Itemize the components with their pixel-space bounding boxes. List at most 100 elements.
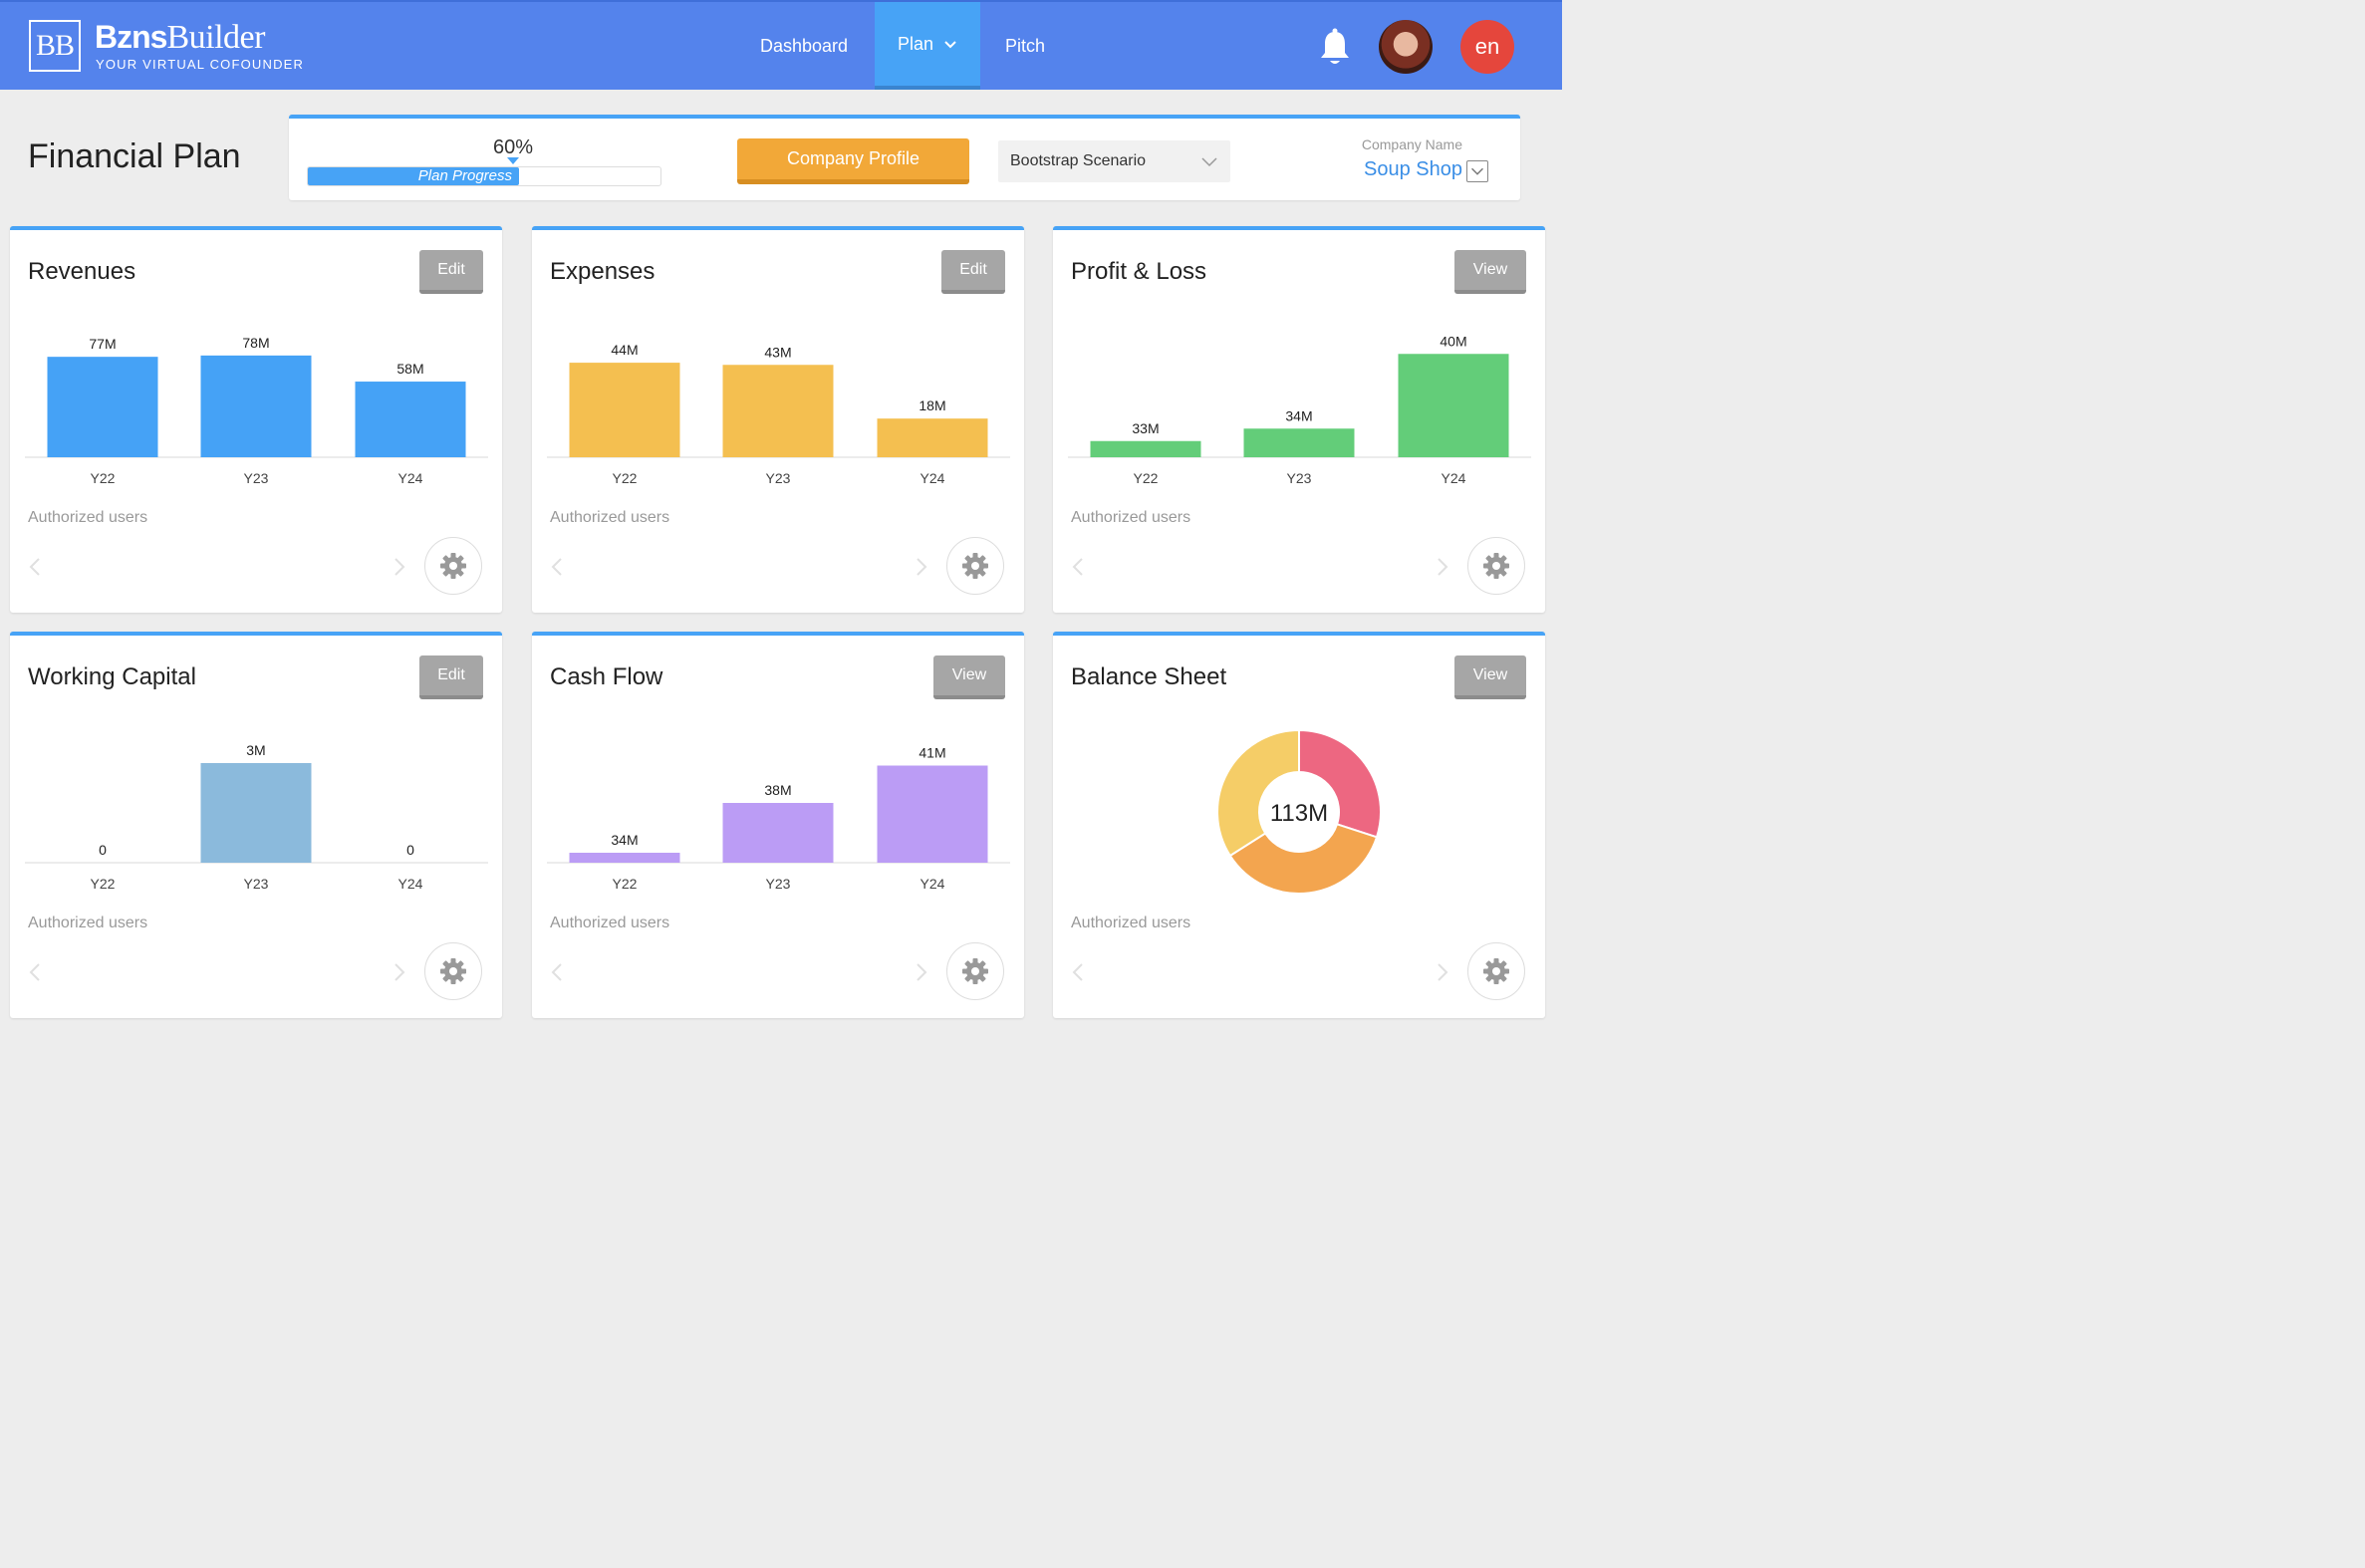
scenario-select[interactable]: Bootstrap Scenario	[998, 140, 1230, 182]
cash-flow-card: Cash Flow View 34M Y22 38M Y23 41M Y24 Authorize…	[532, 632, 1024, 1018]
nav-pitch-label: Pitch	[1004, 35, 1046, 56]
cash-flow-chart: 34M Y22 38M Y23 41M Y24	[547, 745, 1010, 892]
chart-data-label: 43M	[764, 344, 791, 360]
chart-bar	[877, 418, 988, 457]
donut-slice	[1216, 728, 1300, 858]
donut-center-label: 113M	[1270, 800, 1328, 827]
company-dropdown-icon[interactable]	[1466, 160, 1488, 182]
chevron-right-icon[interactable]	[1436, 962, 1449, 982]
gear-icon	[1483, 553, 1509, 579]
chart-category-label: Y22	[91, 470, 116, 486]
logo-wordmark[interactable]: BznsBuilder	[95, 20, 265, 55]
chevron-right-icon[interactable]	[393, 557, 406, 577]
profit-loss-card: Profit & Loss View 33M Y22 34M Y23 40M Y24 Autho…	[1053, 226, 1545, 613]
bell-icon[interactable]	[1317, 28, 1353, 68]
chevron-left-icon[interactable]	[1071, 962, 1085, 982]
settings-button[interactable]	[1467, 537, 1525, 595]
authorized-users-label: Authorized users	[550, 915, 670, 931]
chevron-right-icon[interactable]	[915, 962, 928, 982]
logo-mark[interactable]: BB	[29, 20, 81, 72]
chart-category-label: Y22	[91, 876, 116, 892]
chevron-left-icon[interactable]	[550, 557, 564, 577]
chevron-right-icon[interactable]	[393, 962, 406, 982]
chart-data-label: 0	[406, 842, 414, 858]
authorized-users-label: Authorized users	[28, 509, 148, 526]
working-capital-chart: 0 Y22 3M Y23 0 Y24	[25, 742, 488, 892]
cash-flow-view-button[interactable]: View	[933, 655, 1005, 699]
gear-icon	[962, 553, 988, 579]
scenario-select-value: Bootstrap Scenario	[1010, 152, 1147, 169]
chart-category-label: Y24	[1442, 470, 1466, 486]
settings-button[interactable]	[1467, 942, 1525, 1000]
chart-category-label: Y22	[613, 876, 638, 892]
revenues-edit-button[interactable]: Edit	[419, 250, 483, 294]
company-profile-button[interactable]: Company Profile	[737, 138, 969, 184]
working-capital-title: Working Capital	[28, 663, 196, 690]
chart-bar	[1243, 428, 1355, 457]
chart-data-label: 77M	[89, 336, 116, 352]
expenses-card: Expenses Edit 44M Y22 43M Y23 18M Y24 Authorized…	[532, 226, 1024, 613]
chart-data-label: 78M	[242, 335, 269, 351]
chevron-left-icon[interactable]	[1071, 557, 1085, 577]
balance-sheet-view-button[interactable]: View	[1454, 655, 1526, 699]
chart-category-label: Y23	[244, 470, 269, 486]
nav-dashboard[interactable]: Dashboard	[745, 2, 863, 90]
chart-bar	[569, 363, 680, 457]
chart-data-label: 41M	[919, 745, 945, 761]
chart-category-label: Y23	[244, 876, 269, 892]
revenues-title: Revenues	[28, 258, 136, 285]
settings-button[interactable]	[946, 537, 1004, 595]
chart-bar	[1398, 354, 1509, 457]
plan-progress-label: Plan Progress	[417, 167, 512, 184]
chart-category-label: Y24	[398, 470, 423, 486]
chart-data-label: 18M	[919, 397, 945, 413]
profit-loss-view-button[interactable]: View	[1454, 250, 1526, 294]
chevron-left-icon[interactable]	[28, 557, 42, 577]
nav-pitch[interactable]: Pitch	[988, 2, 1062, 90]
nav-plan[interactable]: Plan	[875, 2, 980, 90]
chart-bar	[569, 853, 680, 863]
gear-icon	[1483, 958, 1509, 984]
chart-category-label: Y24	[920, 470, 945, 486]
settings-button[interactable]	[946, 942, 1004, 1000]
cash-flow-title: Cash Flow	[550, 663, 663, 690]
working-capital-edit-button[interactable]: Edit	[419, 655, 483, 699]
company-name-caption: Company Name	[1361, 136, 1462, 152]
progress-caret-icon	[507, 157, 519, 164]
balance-sheet-chart: 113M	[1216, 728, 1382, 895]
chart-data-label: 58M	[396, 361, 423, 377]
settings-button[interactable]	[424, 942, 482, 1000]
profit-loss-chart: 33M Y22 34M Y23 40M Y24	[1068, 333, 1531, 486]
chart-data-label: 33M	[1132, 420, 1159, 436]
chart-category-label: Y24	[920, 876, 945, 892]
balance-sheet-title: Balance Sheet	[1071, 663, 1227, 690]
gear-icon	[440, 958, 466, 984]
company-name-value[interactable]: Soup Shop	[1335, 158, 1462, 181]
gear-icon	[962, 958, 988, 984]
chevron-right-icon[interactable]	[1436, 557, 1449, 577]
profit-loss-title: Profit & Loss	[1071, 258, 1207, 285]
plan-progress-percent: 60%	[492, 136, 534, 158]
chart-data-label: 3M	[246, 742, 265, 758]
chart-category-label: Y22	[613, 470, 638, 486]
authorized-users-label: Authorized users	[1071, 915, 1191, 931]
chart-category-label: Y22	[1134, 470, 1159, 486]
nav-plan-label: Plan	[897, 33, 934, 54]
chart-bar	[722, 365, 834, 457]
settings-button[interactable]	[424, 537, 482, 595]
chart-category-label: Y23	[766, 876, 791, 892]
chart-data-label: 34M	[1285, 407, 1312, 423]
expenses-edit-button[interactable]: Edit	[941, 250, 1005, 294]
language-button[interactable]: en	[1460, 20, 1514, 74]
chevron-down-icon	[944, 41, 956, 49]
revenues-chart: 77M Y22 78M Y23 58M Y24	[25, 335, 488, 486]
chevron-left-icon[interactable]	[28, 962, 42, 982]
chart-bar	[47, 357, 158, 457]
logo-tagline: YOUR VIRTUAL COFOUNDER	[96, 57, 305, 72]
chart-bar	[355, 382, 466, 457]
chevron-right-icon[interactable]	[915, 557, 928, 577]
chevron-left-icon[interactable]	[550, 962, 564, 982]
top-navigation-bar: BB BznsBuilder YOUR VIRTUAL COFOUNDER Da…	[0, 0, 1562, 90]
user-avatar[interactable]	[1379, 20, 1433, 74]
gear-icon	[440, 553, 466, 579]
